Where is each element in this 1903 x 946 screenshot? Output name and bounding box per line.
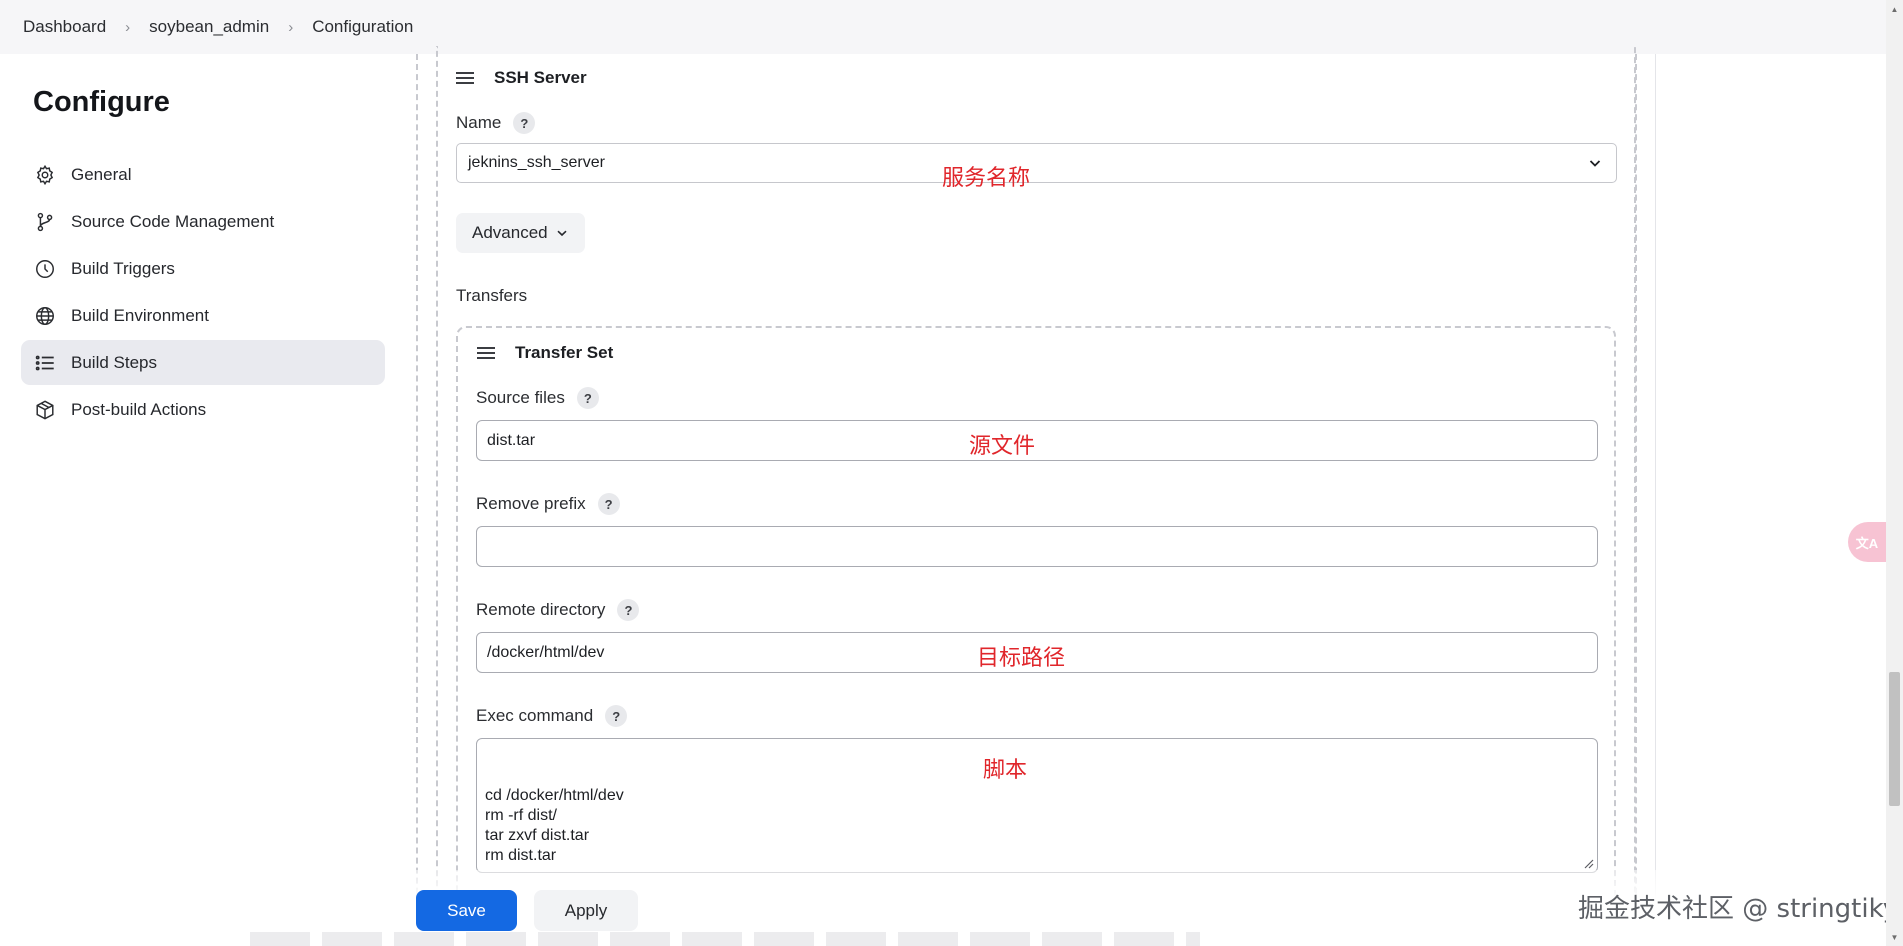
sidebar-item-build-environment[interactable]: Build Environment [21,293,385,338]
breadcrumb-job[interactable]: soybean_admin [149,17,269,37]
sidebar-item-label: Build Triggers [71,258,175,278]
sidebar-item-label: Build Steps [71,352,157,372]
exec-command-label: Exec command ? [476,705,628,727]
ssh-server-name-value: jeknins_ssh_server [468,154,605,171]
ssh-server-name-select[interactable]: jeknins_ssh_server [456,143,1617,183]
ssh-server-title: SSH Server [494,68,587,87]
list-icon [33,351,57,375]
transfer-set-title: Transfer Set [515,343,614,362]
save-button[interactable]: Save [416,890,517,931]
advanced-button[interactable]: Advanced [456,213,585,253]
help-icon[interactable]: ? [576,387,599,409]
help-icon[interactable]: ? [617,599,640,621]
help-icon[interactable]: ? [605,705,628,727]
annotation-exec: 脚本 [983,758,1028,783]
exec-command-textarea[interactable]: cd /docker/html/dev rm -rf dist/ tar zxv… [476,738,1598,873]
help-icon[interactable]: ? [597,493,620,515]
scrollbar-thumb[interactable] [1889,672,1900,806]
name-label-text: Name [456,113,502,132]
ssh-server-header: SSH Server [456,68,587,88]
package-icon [33,398,57,422]
remote-directory-label-text: Remote directory [476,600,606,619]
exec-command-value: cd /docker/html/dev rm -rf dist/ tar zxv… [485,787,624,864]
help-icon[interactable]: ? [513,112,536,134]
resize-handle-icon[interactable] [1582,857,1594,869]
source-files-label: Source files ? [476,387,599,409]
remove-prefix-label: Remove prefix ? [476,493,620,515]
sidebar-item-general[interactable]: General [21,152,385,197]
branch-icon [33,210,57,234]
breadcrumb-chevron-icon: › [288,18,294,36]
breadcrumb-configuration[interactable]: Configuration [312,17,413,37]
sidebar-item-post-build-actions[interactable]: Post-build Actions [21,387,385,432]
scroll-down-icon[interactable]: ▼ [1889,930,1900,944]
drag-handle-icon[interactable] [456,69,474,87]
sidebar-item-label: Build Environment [71,305,209,325]
source-files-label-text: Source files [476,388,565,407]
globe-icon [33,304,57,328]
chevron-down-icon [557,230,567,237]
remote-directory-label: Remote directory ? [476,599,640,621]
main-content: SSH Server Name ? jeknins_ssh_server 服务名… [416,46,1656,946]
blurred-content [250,932,1200,946]
drag-handle-icon[interactable] [477,344,495,362]
remove-prefix-input[interactable] [476,526,1598,567]
exec-command-label-text: Exec command [476,706,594,725]
annotation-name: 服务名称 [942,166,1031,191]
transfer-set-header: Transfer Set [477,343,613,363]
translate-icon[interactable]: 文A [1848,522,1886,562]
name-label: Name ? [456,112,536,134]
chevron-down-icon [1589,160,1601,167]
advanced-label: Advanced [472,223,548,242]
apply-button[interactable]: Apply [534,890,638,931]
page-title: Configure [33,86,170,118]
transfers-label: Transfers [456,286,528,305]
source-files-input[interactable]: dist.tar [476,420,1598,461]
scroll-up-icon[interactable]: ▲ [1889,2,1900,16]
remove-prefix-label-text: Remove prefix [476,494,586,513]
breadcrumb-dashboard[interactable]: Dashboard [23,17,106,37]
sidebar-item-source-code-management[interactable]: Source Code Management [21,199,385,244]
clock-icon [33,257,57,281]
sidebar: Configure General Source Code Management… [0,54,400,946]
annotation-source: 源文件 [969,434,1036,459]
annotation-remote: 目标路径 [977,646,1066,671]
sidebar-item-label: Post-build Actions [71,399,207,419]
content-divider [1655,54,1656,946]
sidebar-item-label: General [71,164,132,184]
sidebar-item-build-triggers[interactable]: Build Triggers [21,246,385,291]
sidebar-item-build-steps[interactable]: Build Steps [21,340,385,385]
gear-icon [33,163,57,187]
watermark: 掘金技术社区 @ stringtiky [1578,894,1899,924]
sidebar-item-label: Source Code Management [71,211,275,231]
sidebar-nav: General Source Code Management Build Tri… [21,152,385,434]
breadcrumb-chevron-icon: › [125,18,131,36]
